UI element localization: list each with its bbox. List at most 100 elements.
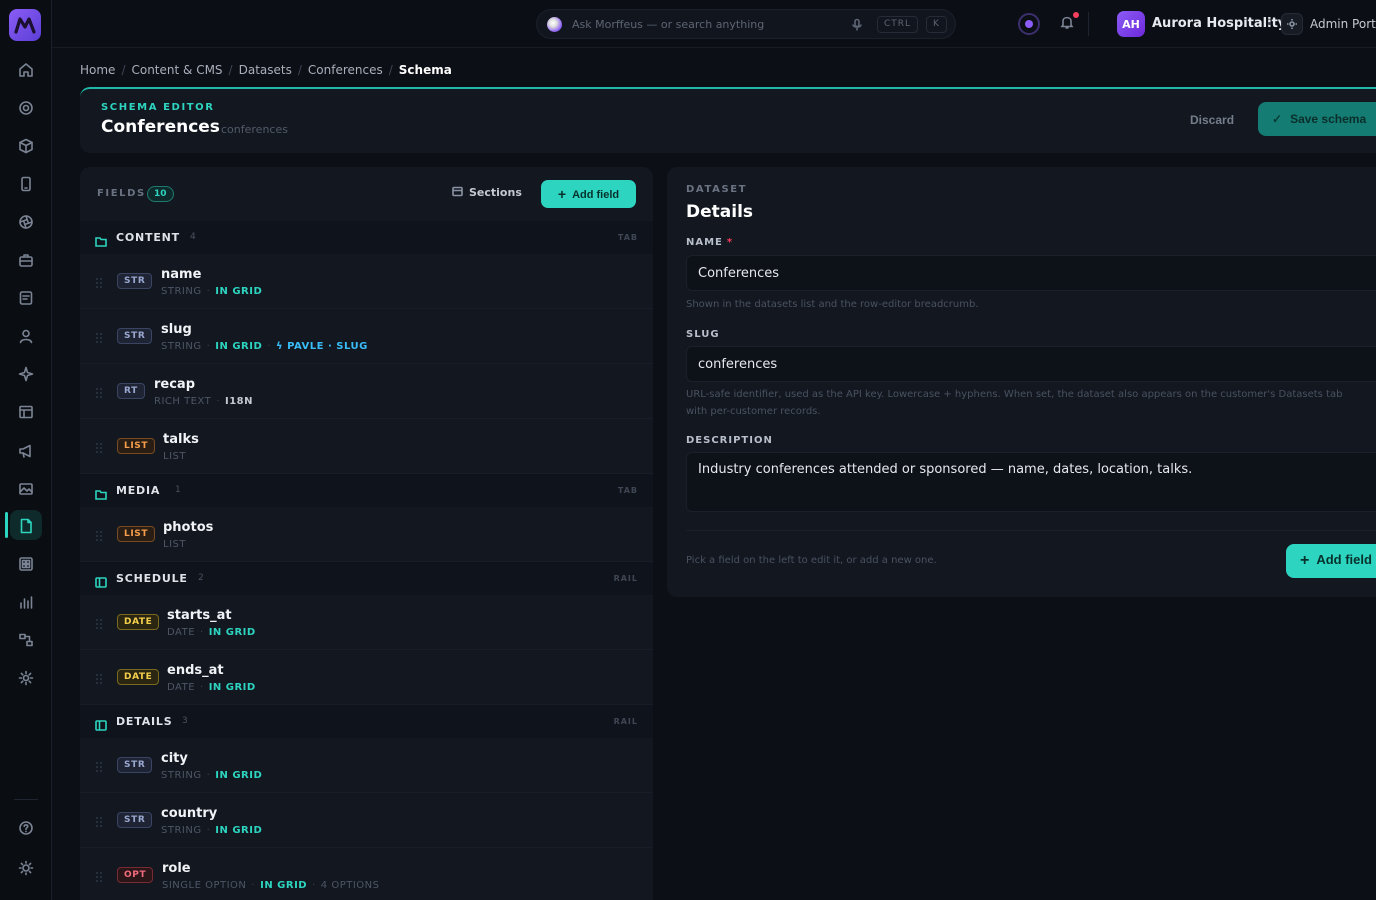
field-name: photos xyxy=(163,520,214,535)
drag-handle-icon[interactable] xyxy=(95,384,103,399)
name-input[interactable] xyxy=(686,255,1376,291)
topbar-divider xyxy=(1088,12,1089,36)
megaphone-icon[interactable] xyxy=(14,439,38,463)
document-icon[interactable] xyxy=(14,514,38,538)
fields-header: FIELDS 10 Sections + Add field xyxy=(80,167,653,221)
cube-icon[interactable] xyxy=(14,134,38,158)
assistant-status-icon[interactable] xyxy=(1018,13,1040,35)
home-icon[interactable] xyxy=(14,58,38,82)
field-type: STRING xyxy=(161,825,202,836)
breadcrumb-current: Schema xyxy=(398,63,452,77)
save-schema-button[interactable]: ✓ Save schema xyxy=(1258,102,1376,136)
drag-handle-icon[interactable] xyxy=(95,813,103,828)
aperture-icon[interactable] xyxy=(14,210,38,234)
section-kind: TAB xyxy=(617,486,638,495)
plus-icon: + xyxy=(1300,552,1310,569)
breadcrumb-content-cms[interactable]: Content & CMS xyxy=(131,63,222,77)
portal-switch[interactable]: Admin Portal xyxy=(1310,17,1376,31)
drag-handle-icon[interactable] xyxy=(95,868,103,883)
field-row-name[interactable]: STR name STRING · IN GRID xyxy=(80,254,653,309)
slug-help-line-2: with per-customer records. xyxy=(686,406,821,417)
field-row-role[interactable]: OPT role SINGLE OPTION · IN GRID · 4 OPTIONS xyxy=(80,848,653,900)
field-row-recap[interactable]: RT recap RICH TEXT · I18N xyxy=(80,364,653,419)
drag-handle-icon[interactable] xyxy=(95,329,103,344)
microphone-icon[interactable] xyxy=(850,17,864,31)
sections-button[interactable]: Sections xyxy=(452,186,522,199)
gear-icon[interactable] xyxy=(14,666,38,690)
note-icon[interactable] xyxy=(14,286,38,310)
discard-button[interactable]: Discard xyxy=(1190,113,1234,127)
field-row-country[interactable]: STR country STRING · IN GRID xyxy=(80,793,653,848)
sun-icon[interactable] xyxy=(14,856,38,880)
device-icon[interactable] xyxy=(14,172,38,196)
sections-icon xyxy=(452,186,463,197)
rail-divider xyxy=(14,799,38,800)
field-row-starts-at[interactable]: DATE starts_at DATE · IN GRID xyxy=(80,595,653,650)
target-icon[interactable] xyxy=(14,96,38,120)
section-name: CONTENT xyxy=(116,231,180,244)
field-row-ends-at[interactable]: DATE ends_at DATE · IN GRID xyxy=(80,650,653,705)
drag-handle-icon[interactable] xyxy=(95,615,103,630)
sparkle-icon[interactable] xyxy=(14,362,38,386)
logo-m-icon xyxy=(14,17,36,34)
org-name[interactable]: Aurora Hospitality xyxy=(1152,16,1286,31)
app-logo[interactable] xyxy=(9,9,41,41)
section-kind: TAB xyxy=(617,233,638,242)
field-meta: STRING · IN GRID xyxy=(161,825,263,836)
org-separator xyxy=(1268,22,1271,25)
slug-input[interactable] xyxy=(686,346,1376,382)
field-row-photos[interactable]: LIST photos LIST xyxy=(80,507,653,562)
details-divider xyxy=(686,530,1376,531)
field-type: SINGLE OPTION xyxy=(162,880,247,891)
add-field-button[interactable]: + Add field xyxy=(541,180,636,208)
shortcut-k-key: K xyxy=(926,16,947,33)
image-icon[interactable] xyxy=(14,477,38,501)
drag-handle-icon[interactable] xyxy=(95,527,103,542)
drag-handle-icon[interactable] xyxy=(95,439,103,454)
drag-handle-icon[interactable] xyxy=(95,758,103,773)
drag-handle-icon[interactable] xyxy=(95,670,103,685)
section-details[interactable]: DETAILS 3 RAIL xyxy=(80,705,653,738)
details-title: Details xyxy=(686,202,754,222)
required-marker: * xyxy=(726,237,734,248)
add-field-secondary-button[interactable]: + Add field xyxy=(1286,544,1376,578)
field-row-city[interactable]: STR city STRING · IN GRID xyxy=(80,738,653,793)
section-schedule[interactable]: SCHEDULE 2 RAIL xyxy=(80,562,653,595)
section-content[interactable]: CONTENT 4 TAB xyxy=(80,221,653,254)
breadcrumb-datasets[interactable]: Datasets xyxy=(239,63,292,77)
section-field-count: 2 xyxy=(198,573,204,583)
field-meta: LIST xyxy=(163,539,186,550)
shortcut-ctrl-key: CTRL xyxy=(877,16,919,33)
breadcrumb-conferences[interactable]: Conferences xyxy=(308,63,383,77)
flow-icon[interactable] xyxy=(14,628,38,652)
search-bar[interactable]: Ask Morffeus — or search anything CTRL K xyxy=(536,9,956,39)
add-field-secondary-label: Add field xyxy=(1316,552,1372,567)
user-icon[interactable] xyxy=(14,324,38,348)
bar-chart-icon[interactable] xyxy=(14,590,38,614)
portal-gear-icon[interactable] xyxy=(1281,13,1303,35)
notifications-bell-icon[interactable] xyxy=(1059,12,1079,32)
table-icon[interactable] xyxy=(14,400,38,424)
dataset-slug: conferences xyxy=(221,123,288,136)
plus-icon: + xyxy=(557,186,567,202)
description-textarea[interactable]: Industry conferences attended or sponsor… xyxy=(686,452,1376,512)
field-row-talks[interactable]: LIST talks LIST xyxy=(80,419,653,474)
notification-dot xyxy=(1073,12,1079,18)
field-meta: RICH TEXT · I18N xyxy=(154,396,253,407)
breadcrumb-home[interactable]: Home xyxy=(80,63,115,77)
description-label: DESCRIPTION xyxy=(686,435,773,446)
help-icon[interactable] xyxy=(14,816,38,840)
check-icon: ✓ xyxy=(1272,112,1283,126)
avatar[interactable]: AH xyxy=(1117,11,1145,37)
briefcase-icon[interactable] xyxy=(14,248,38,272)
drag-handle-icon[interactable] xyxy=(95,274,103,289)
section-field-count: 3 xyxy=(182,716,188,726)
dashboard-icon[interactable] xyxy=(14,552,38,576)
sections-label: Sections xyxy=(469,186,522,199)
field-name: ends_at xyxy=(167,663,224,678)
field-meta: DATE · IN GRID xyxy=(167,682,256,693)
field-type-badge: STR xyxy=(117,273,153,289)
section-media[interactable]: MEDIA 1 TAB xyxy=(80,474,653,507)
field-type-badge: LIST xyxy=(117,438,156,454)
field-row-slug[interactable]: STR slug STRING · IN GRID · ϟ PAVLE · SLUG xyxy=(80,309,653,364)
